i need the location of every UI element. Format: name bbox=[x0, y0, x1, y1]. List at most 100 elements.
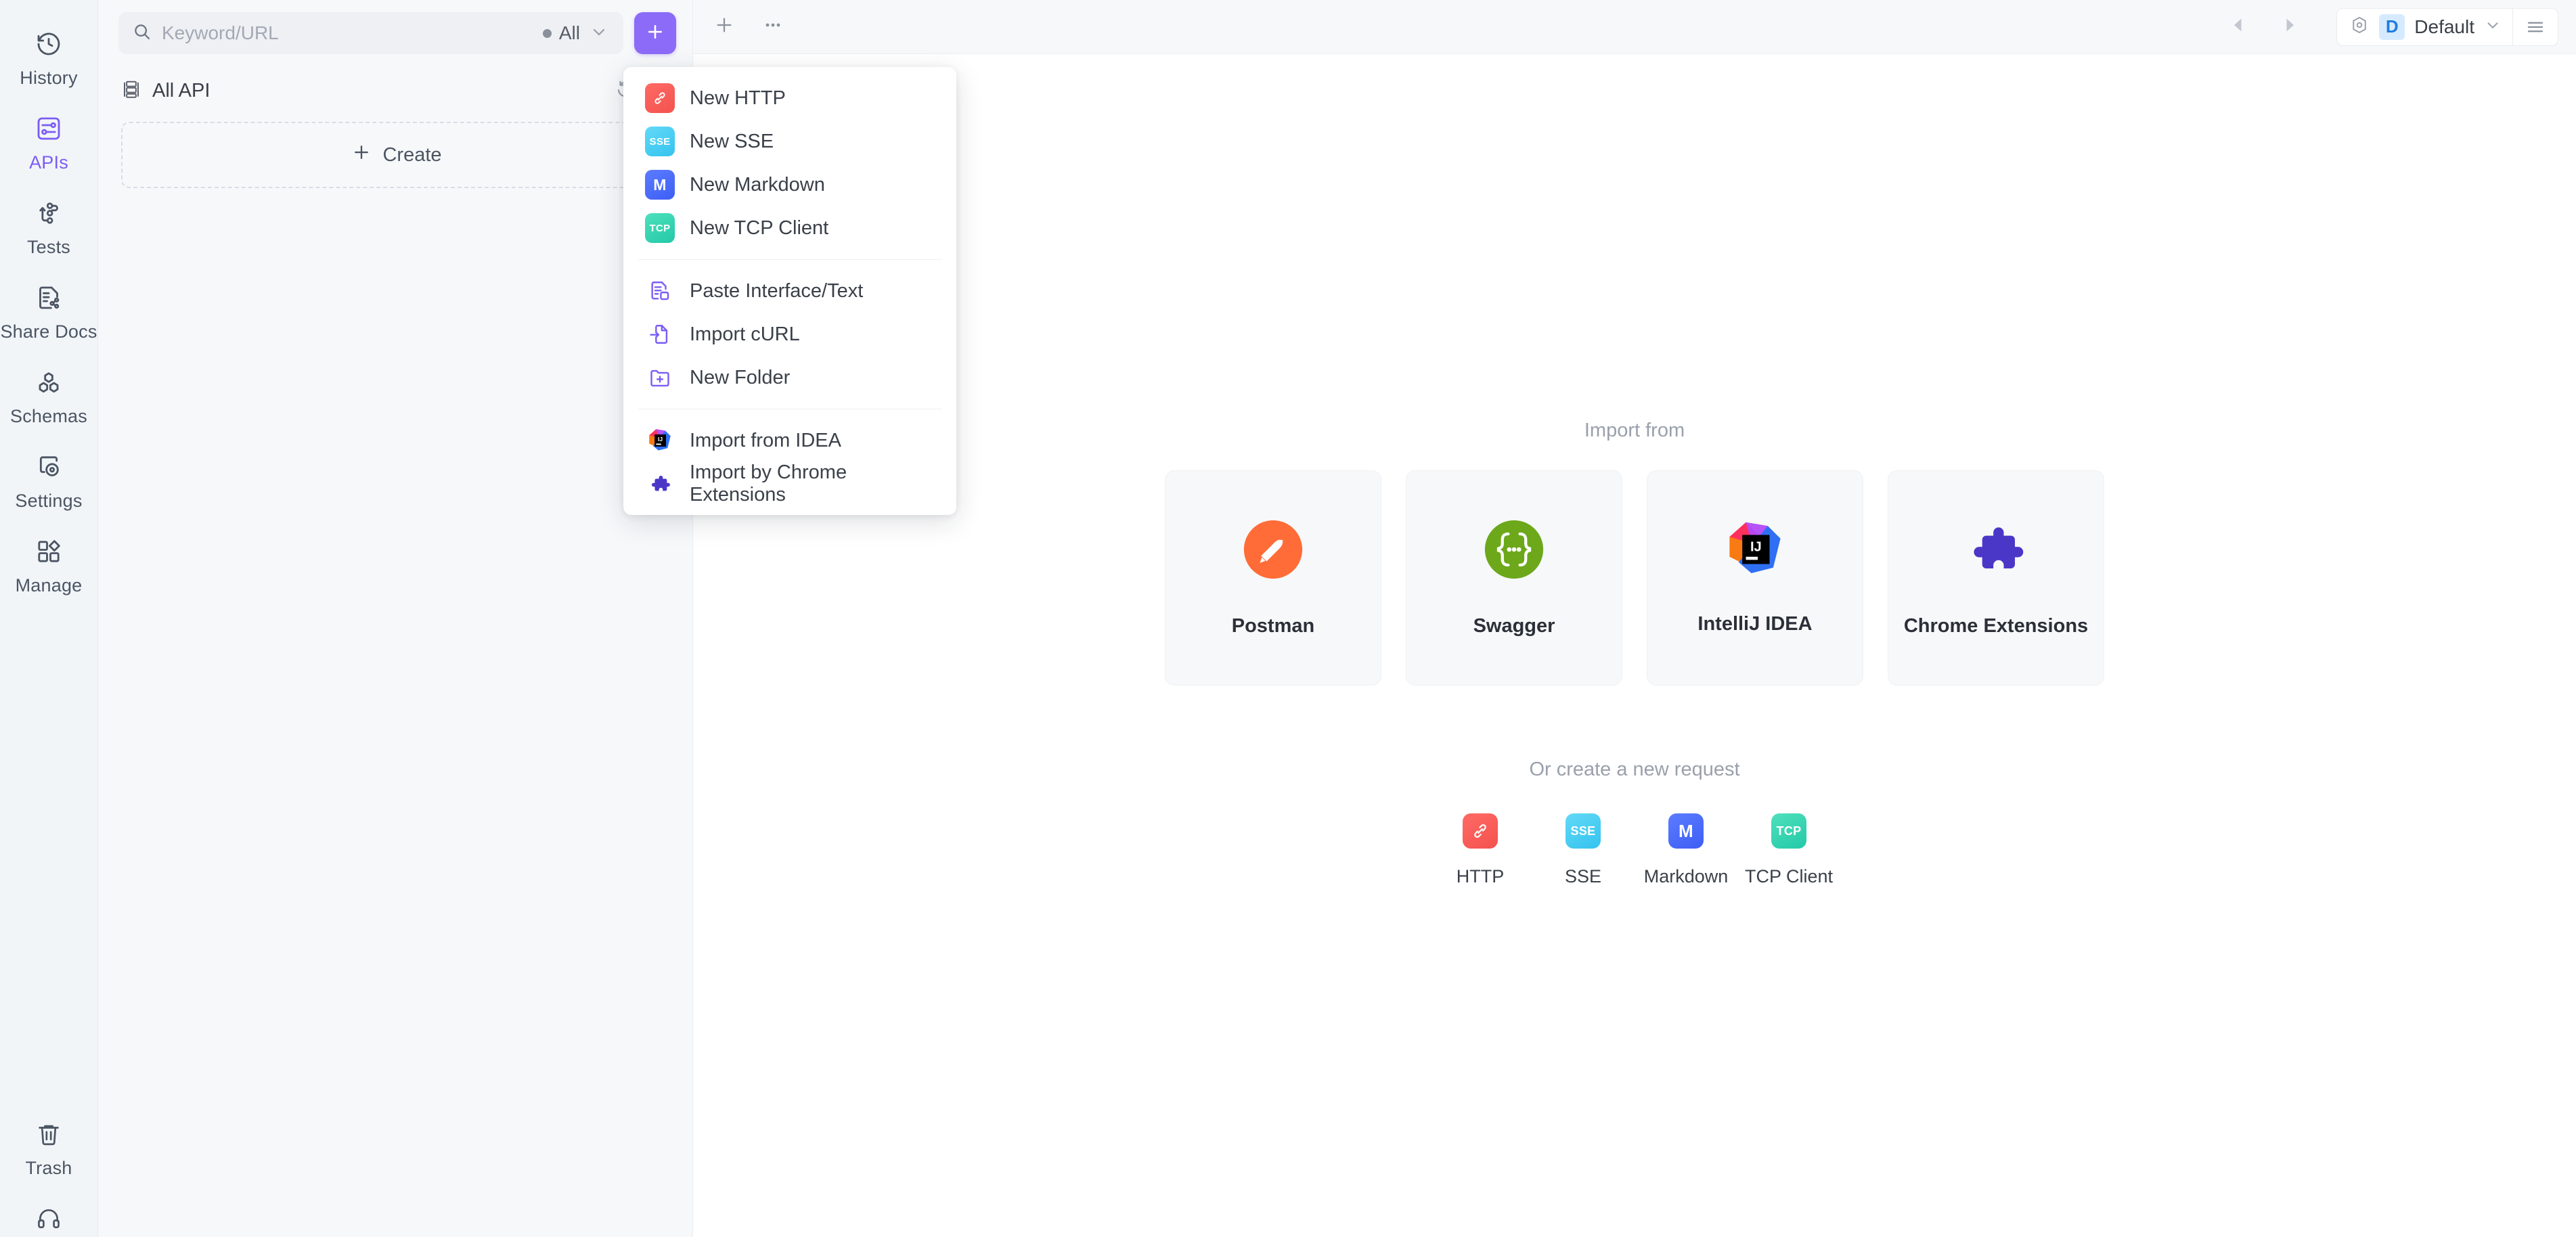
main-toolbar: D Default bbox=[693, 0, 2576, 54]
menu-item-label: Import by Chrome Extensions bbox=[690, 462, 847, 505]
menu-item-import-by-chrome-extensions[interactable]: Import by Chrome Extensions bbox=[623, 462, 956, 505]
share-docs-icon bbox=[30, 279, 67, 316]
import-card-intellij-idea[interactable]: IJ IntelliJ IDEA bbox=[1647, 470, 1863, 685]
markdown-tile-icon: M bbox=[645, 170, 675, 200]
sidebar-item-label: Trash bbox=[25, 1158, 72, 1178]
environment-selector[interactable]: D Default bbox=[2336, 7, 2558, 46]
intellij-idea-icon: IJ bbox=[1726, 520, 1784, 582]
create-dropdown-menu: New HTTP SSE New SSE M New Markdown TCP … bbox=[623, 67, 956, 515]
tab-bar bbox=[704, 14, 784, 39]
quick-create-label: TCP Client bbox=[1744, 866, 1834, 886]
environment-badge: D bbox=[2379, 14, 2405, 40]
search-scope-label: All bbox=[558, 22, 580, 43]
menu-item-new-folder[interactable]: New Folder bbox=[623, 356, 956, 399]
environment-selector-main[interactable]: D Default bbox=[2337, 9, 2512, 45]
environment-gear-icon bbox=[2349, 15, 2370, 39]
swagger-icon bbox=[1483, 518, 1545, 584]
sidebar-item-manage[interactable]: Manage bbox=[0, 522, 98, 607]
search-input-wrapper[interactable]: Keyword/URL All bbox=[118, 12, 623, 54]
sidebar-item-trash[interactable]: Trash bbox=[0, 1105, 98, 1190]
menu-item-new-markdown[interactable]: M New Markdown bbox=[623, 163, 956, 206]
menu-item-label: Import cURL bbox=[690, 323, 800, 345]
sidebar-item-label: Settings bbox=[15, 491, 83, 511]
menu-item-paste-interface-text[interactable]: Paste Interface/Text bbox=[623, 269, 956, 313]
import-card-label: Chrome Extensions bbox=[1903, 615, 2089, 637]
sidebar-item-label: Manage bbox=[15, 575, 83, 595]
sidebar-item-settings[interactable]: Settings bbox=[0, 438, 98, 522]
search-scope-selector[interactable]: All bbox=[542, 22, 580, 44]
quick-create-http[interactable]: HTTP bbox=[1429, 813, 1532, 887]
sidebar-item-apis[interactable]: APIs bbox=[0, 99, 98, 184]
sidebar-item-tests[interactable]: Tests bbox=[0, 184, 98, 269]
sse-tile-icon: SSE bbox=[645, 127, 675, 156]
main-toolbar-right: D Default bbox=[2229, 7, 2558, 46]
chrome-extension-puzzle-icon bbox=[645, 469, 675, 499]
menu-item-import-from-idea[interactable]: IJ Import from IDEA bbox=[623, 419, 956, 462]
menu-item-label: New Markdown bbox=[690, 173, 825, 196]
create-section-title: Or create a new request bbox=[1529, 759, 1740, 780]
svg-text:IJ: IJ bbox=[658, 436, 663, 443]
tcp-tile-icon: TCP bbox=[645, 213, 675, 243]
history-icon bbox=[30, 26, 67, 62]
page-title: All API bbox=[152, 79, 210, 102]
import-cards: Postman Swagger IJ IntelliJ IDEA Chrome … bbox=[1165, 470, 2104, 685]
sidebar-item-label: History bbox=[20, 68, 78, 88]
sidebar-item-label: Schemas bbox=[10, 406, 87, 426]
postman-icon bbox=[1242, 518, 1304, 584]
schemas-hex-icon bbox=[30, 364, 67, 401]
chevron-down-icon[interactable] bbox=[2484, 16, 2502, 37]
quick-create-markdown[interactable]: M Markdown bbox=[1635, 813, 1737, 887]
markdown-tile-icon: M bbox=[1668, 813, 1704, 849]
ellipsis-icon[interactable] bbox=[762, 14, 784, 39]
import-card-swagger[interactable]: Swagger bbox=[1406, 470, 1622, 685]
history-nav bbox=[2229, 16, 2299, 38]
divider bbox=[638, 259, 941, 260]
quick-create-label: HTTP bbox=[1456, 866, 1505, 886]
menu-item-new-sse[interactable]: SSE New SSE bbox=[623, 120, 956, 163]
quick-create-tcp-client[interactable]: TCP TCP Client bbox=[1737, 813, 1840, 887]
sidebar-item-label: APIs bbox=[29, 152, 68, 173]
quick-create-label: Markdown bbox=[1643, 866, 1729, 886]
http-tile-icon bbox=[1463, 813, 1498, 849]
menu-item-new-http[interactable]: New HTTP bbox=[623, 76, 956, 120]
sidebar-item-history[interactable]: History bbox=[0, 15, 98, 99]
menu-item-new-tcp-client[interactable]: TCP New TCP Client bbox=[623, 206, 956, 250]
menu-item-label: New SSE bbox=[690, 130, 774, 152]
import-section-title: Import from bbox=[1584, 420, 1685, 441]
sidebar-item-share-docs[interactable]: Share Docs bbox=[0, 269, 98, 353]
import-card-label: Postman bbox=[1231, 615, 1315, 637]
quick-create-row: HTTP SSE SSE M Markdown TCP TCP Client bbox=[1429, 813, 1840, 887]
sidebar-item-label: Share Docs bbox=[0, 321, 97, 342]
import-card-chrome-extensions[interactable]: Chrome Extensions bbox=[1888, 470, 2104, 685]
environment-name: Default bbox=[2414, 16, 2474, 37]
http-tile-icon bbox=[645, 83, 675, 113]
tcp-tile-icon: TCP bbox=[1771, 813, 1806, 849]
trash-icon bbox=[30, 1116, 67, 1152]
sidebar-item-schemas[interactable]: Schemas bbox=[0, 353, 98, 438]
paste-interface-icon bbox=[645, 276, 675, 306]
menu-item-label: Paste Interface/Text bbox=[690, 279, 864, 302]
new-tab-button[interactable] bbox=[713, 14, 735, 39]
search-input[interactable]: Keyword/URL bbox=[162, 22, 533, 44]
import-card-label: IntelliJ IDEA bbox=[1697, 613, 1813, 635]
chevron-down-icon[interactable] bbox=[590, 22, 608, 45]
app-root: History APIs Tests Share Docs Schemas Se… bbox=[0, 0, 2576, 1237]
menu-item-label: Import from IDEA bbox=[690, 429, 841, 451]
caret-left-icon[interactable] bbox=[2229, 16, 2248, 38]
menu-item-import-curl[interactable]: Import cURL bbox=[623, 313, 956, 356]
settings-eye-icon bbox=[30, 449, 67, 485]
sidebar-item-support[interactable] bbox=[0, 1190, 98, 1237]
caret-right-icon[interactable] bbox=[2280, 16, 2299, 38]
create-button[interactable]: Create bbox=[121, 122, 672, 188]
tests-flow-icon bbox=[30, 195, 67, 231]
quick-create-sse[interactable]: SSE SSE bbox=[1532, 813, 1635, 887]
panel-toolbar: Keyword/URL All bbox=[98, 0, 692, 66]
create-button-label: Create bbox=[382, 143, 442, 166]
add-new-button[interactable] bbox=[634, 12, 676, 54]
svg-text:IJ: IJ bbox=[1750, 540, 1762, 555]
sse-tile-icon: SSE bbox=[1565, 813, 1601, 849]
chrome-extension-puzzle-icon bbox=[1965, 518, 2027, 584]
new-folder-icon bbox=[645, 363, 675, 392]
import-card-postman[interactable]: Postman bbox=[1165, 470, 1381, 685]
hamburger-menu-icon[interactable] bbox=[2513, 9, 2558, 45]
